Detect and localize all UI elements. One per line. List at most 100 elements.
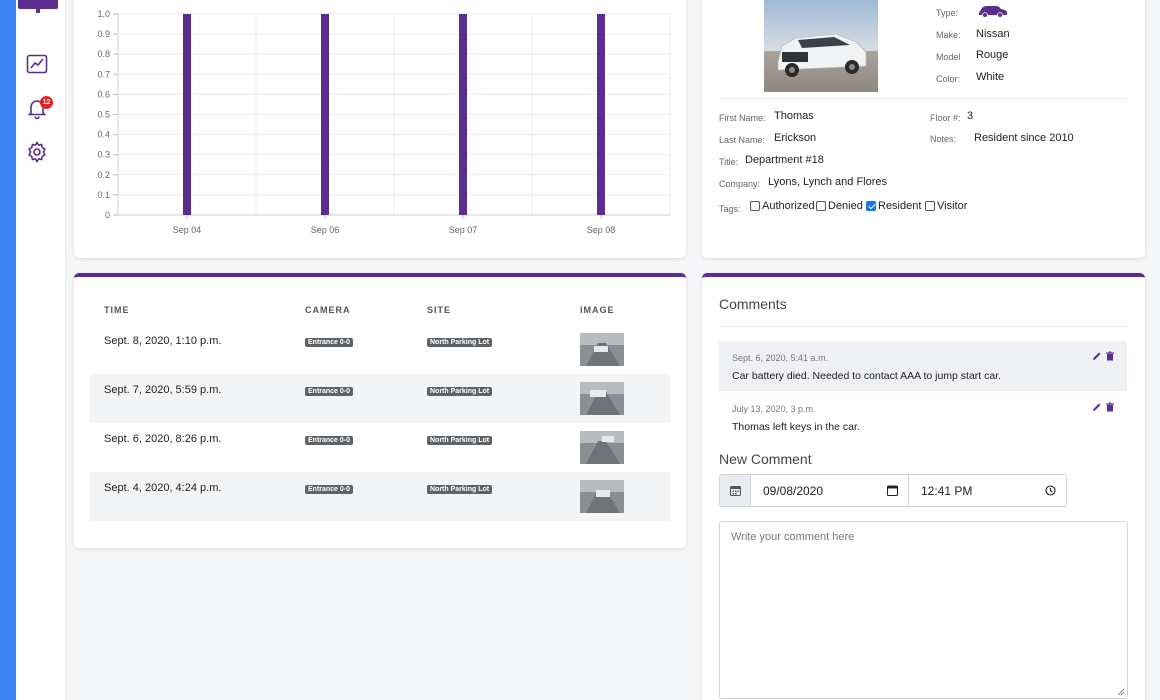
- table-row[interactable]: Sept. 7, 2020, 5:59 p.m. Entrance 0-0 No…: [90, 374, 670, 423]
- event-thumbnail[interactable]: [580, 333, 624, 366]
- table-row[interactable]: Sept. 6, 2020, 8:26 p.m. Entrance 0-0 No…: [90, 423, 670, 472]
- site-badge: North Parking Lot: [427, 338, 493, 347]
- y-tick-label: 0.9: [97, 29, 110, 39]
- y-tick-label: 0.5: [97, 110, 110, 120]
- date-picker-icon[interactable]: [887, 485, 898, 496]
- vehicle-color-label: Color:: [936, 74, 961, 84]
- last-name: Erickson: [774, 132, 817, 144]
- last-name-label: Last Name:: [719, 135, 766, 145]
- first-name: Thomas: [774, 110, 814, 122]
- divider: [719, 326, 1127, 327]
- x-tick-label: Sep 07: [449, 225, 478, 235]
- calendar-icon: [729, 486, 741, 496]
- column-header-image: IMAGE: [580, 305, 615, 315]
- comment-item: July 13, 2020, 3 p.m. Thomas left keys i…: [719, 392, 1127, 442]
- x-tick-label: Sep 04: [173, 225, 202, 235]
- vehicle-model-label: Model: [936, 52, 961, 62]
- profile-card: Type: Make: Nissan Model Rouge Color: Wh…: [702, 0, 1145, 258]
- y-tick-label: 1.0: [97, 9, 110, 19]
- y-tick-label: 0.7: [97, 69, 110, 79]
- pencil-icon[interactable]: [1092, 351, 1102, 361]
- comments-title: Comments: [719, 296, 787, 312]
- checkbox[interactable]: [925, 201, 935, 211]
- gear-icon[interactable]: [25, 140, 49, 164]
- event-time: Sept. 7, 2020, 5:59 p.m.: [104, 384, 222, 396]
- trash-icon[interactable]: [1105, 351, 1115, 361]
- event-thumbnail[interactable]: [580, 431, 624, 464]
- checkbox[interactable]: [750, 201, 760, 211]
- clock-icon[interactable]: [1045, 485, 1056, 496]
- sidebar: 12: [16, 0, 66, 700]
- tags-label: Tags:: [719, 204, 741, 214]
- event-thumbnail[interactable]: [580, 480, 624, 513]
- tag-resident[interactable]: Resident: [866, 200, 921, 212]
- checkbox[interactable]: [816, 201, 826, 211]
- car-icon: [979, 6, 1007, 18]
- vehicle-make: Nissan: [976, 28, 1010, 40]
- floor-label: Floor #:: [930, 113, 961, 123]
- comment-textarea[interactable]: Write your comment here: [719, 521, 1128, 699]
- y-tick-label: 0: [105, 210, 110, 220]
- vehicle-type-label: Type:: [936, 8, 959, 18]
- bar: [597, 14, 605, 215]
- event-thumbnail[interactable]: [580, 382, 624, 415]
- comment-date: July 13, 2020, 3 p.m.: [732, 404, 816, 414]
- notes-label: Notes:: [930, 134, 957, 144]
- floor: 3: [967, 110, 974, 122]
- app-frame: 12 0 0.1 0.2 0.3 0.4 0.5 0.6 0.7 0.8 0.9 1.0 Sep 04…: [16, 0, 1160, 700]
- pencil-icon[interactable]: [1092, 402, 1102, 412]
- comment-text: Thomas left keys in the car.: [732, 421, 860, 433]
- table-row[interactable]: Sept. 8, 2020, 1:10 p.m. Entrance 0-0 No…: [90, 325, 670, 374]
- notification-badge: 12: [40, 96, 53, 109]
- y-tick-label: 0.3: [97, 150, 110, 160]
- tag-authorized[interactable]: Authorized: [750, 200, 815, 212]
- bar: [321, 14, 329, 215]
- trash-icon[interactable]: [1105, 402, 1115, 412]
- event-time: Sept. 4, 2020, 4:24 p.m.: [104, 482, 222, 494]
- activity-chart-card: 0 0.1 0.2 0.3 0.4 0.5 0.6 0.7 0.8 0.9 1.0 Sep 04 Sep…: [74, 0, 686, 258]
- notes: Resident since 2010: [974, 132, 1074, 144]
- events-table-card: TIME CAMERA SITE IMAGE Sept. 8, 2020, 1:…: [74, 273, 686, 548]
- y-tick-label: 0.4: [97, 130, 110, 140]
- company-label: Company:: [719, 179, 761, 189]
- tag-visitor[interactable]: Visitor: [925, 200, 967, 212]
- site-badge: North Parking Lot: [427, 387, 493, 396]
- activity-bar-chart: 0 0.1 0.2 0.3 0.4 0.5 0.6 0.7 0.8 0.9 1.0 Sep 04 Sep…: [97, 9, 671, 235]
- divider: [719, 98, 1127, 99]
- vehicle-model: Rouge: [976, 49, 1009, 61]
- monitor-icon[interactable]: [18, 0, 58, 14]
- comment-item: Sept. 6, 2020, 5:41 a.m. Car battery die…: [719, 341, 1127, 391]
- person-title: Department #18: [745, 154, 824, 166]
- line-chart-icon[interactable]: [25, 52, 49, 76]
- vehicle-make-label: Make:: [936, 30, 961, 40]
- first-name-label: First Name:: [719, 113, 766, 123]
- camera-badge: Entrance 0-0: [305, 485, 354, 494]
- checkbox-checked[interactable]: [866, 201, 876, 211]
- tag-denied[interactable]: Denied: [816, 200, 863, 212]
- column-header-site: SITE: [427, 305, 452, 315]
- y-tick-label: 0.6: [97, 89, 110, 99]
- x-tick-label: Sep 06: [311, 225, 340, 235]
- new-comment-title: New Comment: [719, 451, 812, 467]
- company: Lyons, Lynch and Flores: [768, 176, 888, 188]
- event-time: Sept. 6, 2020, 8:26 p.m.: [104, 433, 222, 445]
- bar: [183, 14, 191, 215]
- site-badge: North Parking Lot: [427, 436, 493, 445]
- y-tick-label: 0.8: [97, 49, 110, 59]
- y-tick-label: 0.1: [97, 190, 110, 200]
- column-header-camera: CAMERA: [305, 305, 351, 315]
- table-row[interactable]: Sept. 4, 2020, 4:24 p.m. Entrance 0-0 No…: [90, 472, 670, 521]
- time-input[interactable]: 12:41 PM: [909, 474, 1067, 507]
- x-tick-label: Sep 08: [587, 225, 616, 235]
- vehicle-color: White: [976, 71, 1005, 83]
- comment-text: Car battery died. Needed to contact AAA …: [732, 370, 1002, 382]
- comment-date: Sept. 6, 2020, 5:41 a.m.: [732, 353, 829, 363]
- comment-placeholder: Write your comment here: [731, 531, 855, 543]
- y-tick-label: 0.2: [97, 170, 110, 180]
- date-input[interactable]: 09/08/2020: [751, 474, 909, 507]
- camera-badge: Entrance 0-0: [305, 338, 354, 347]
- event-time: Sept. 8, 2020, 1:10 p.m.: [104, 335, 222, 347]
- comments-card: Comments Sept. 6, 2020, 5:41 a.m. Car ba…: [702, 273, 1145, 700]
- resize-handle-icon[interactable]: [1117, 688, 1125, 696]
- camera-badge: Entrance 0-0: [305, 436, 354, 445]
